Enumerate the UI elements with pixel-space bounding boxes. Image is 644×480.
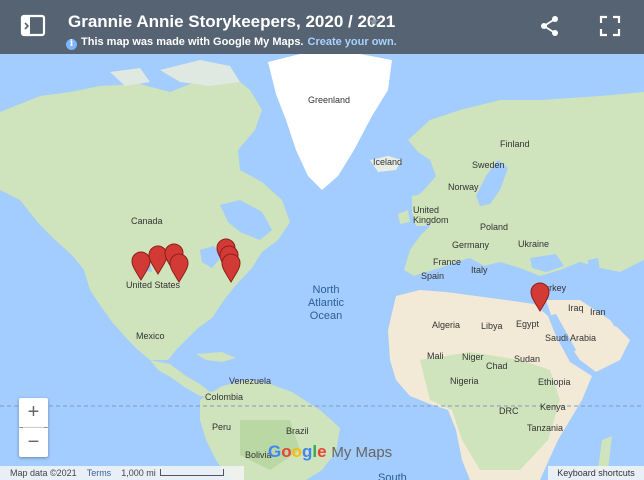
basemap: [0, 54, 644, 480]
label-mali: Mali: [427, 351, 444, 361]
label-iceland: Iceland: [373, 157, 403, 167]
label-ethiopia: Ethiopia: [538, 377, 571, 387]
scale-label[interactable]: 1,000 mi: [121, 468, 156, 478]
label-poland: Poland: [480, 222, 509, 232]
star-icon[interactable]: ★: [368, 14, 380, 30]
scale-bar: [159, 469, 224, 476]
create-your-own-link[interactable]: Create your own.: [308, 36, 397, 48]
label-peru: Peru: [212, 422, 232, 432]
made-with-text: This map was made with Google My Maps.: [81, 36, 304, 48]
label-libya: Libya: [481, 321, 503, 331]
label-south: South: [378, 472, 407, 480]
google-letter: e: [317, 442, 327, 461]
label-iraq: Iraq: [568, 303, 584, 313]
map-data-text: Map data ©2021: [10, 468, 77, 478]
label-germany: Germany: [452, 240, 490, 250]
label-nigeria: Nigeria: [450, 376, 479, 386]
google-my-maps-logo: Google My Maps: [268, 442, 392, 462]
zoom-in-button[interactable]: +: [19, 398, 48, 427]
label-algeria: Algeria: [432, 320, 461, 330]
label-egypt: Egypt: [516, 319, 540, 329]
info-icon: i: [66, 39, 77, 50]
label-sudan: Sudan: [514, 354, 541, 364]
legend-toggle-icon[interactable]: [20, 13, 48, 39]
label-norway: Norway: [448, 182, 479, 192]
map-title: Grannie Annie Storykeepers, 2020 / 2021: [68, 12, 396, 31]
label-niger: Niger: [462, 352, 484, 362]
label-greenland: Greenland: [308, 95, 351, 105]
zoom-out-button[interactable]: −: [19, 428, 48, 457]
label-colombia: Colombia: [205, 392, 244, 402]
label-united-states: United States: [126, 280, 181, 290]
google-wordmark: Google: [268, 442, 327, 461]
label-mexico: Mexico: [136, 331, 165, 341]
map-header: Grannie Annie Storykeepers, 2020 / 2021 …: [0, 0, 644, 54]
google-letter: G: [268, 442, 282, 461]
label-italy: Italy: [471, 265, 488, 275]
terms-link[interactable]: Terms: [87, 468, 112, 478]
made-with-line: i This map was made with Google My Maps. C…: [66, 36, 397, 50]
label-north-atlantic-ocean: North Atlantic Ocean: [307, 284, 345, 322]
label-canada: Canada: [131, 216, 163, 226]
google-letter: g: [302, 442, 313, 461]
label-spain: Spain: [421, 271, 445, 281]
label-france: France: [433, 257, 462, 267]
label-saudi-arabia: Saudi Arabia: [545, 333, 597, 343]
label-drc: DRC: [499, 406, 519, 416]
map-canvas[interactable]: Greenland Iceland Canada Finland Sweden …: [0, 54, 644, 480]
fullscreen-icon[interactable]: [598, 14, 622, 38]
google-letter: o: [291, 442, 303, 461]
label-iran: Iran: [590, 307, 606, 317]
label-ukraine: Ukraine: [518, 239, 550, 249]
label-tanzania: Tanzania: [527, 423, 564, 433]
label-brazil: Brazil: [286, 426, 309, 436]
keyboard-shortcuts-button[interactable]: Keyboard shortcuts: [548, 466, 644, 480]
label-turkey: Turkey: [539, 283, 567, 293]
my-maps-wordmark: My Maps: [331, 444, 393, 461]
share-icon[interactable]: [538, 14, 562, 38]
label-united-kingdom: United Kingdom: [413, 205, 449, 225]
label-kenya: Kenya: [540, 402, 566, 412]
label-chad: Chad: [486, 361, 508, 371]
label-finland: Finland: [500, 139, 530, 149]
label-venezuela: Venezuela: [229, 376, 272, 386]
google-letter: o: [281, 442, 292, 461]
map-attribution: Map data ©2021 Terms 1,000 mi: [0, 466, 244, 480]
label-sweden: Sweden: [472, 160, 505, 170]
